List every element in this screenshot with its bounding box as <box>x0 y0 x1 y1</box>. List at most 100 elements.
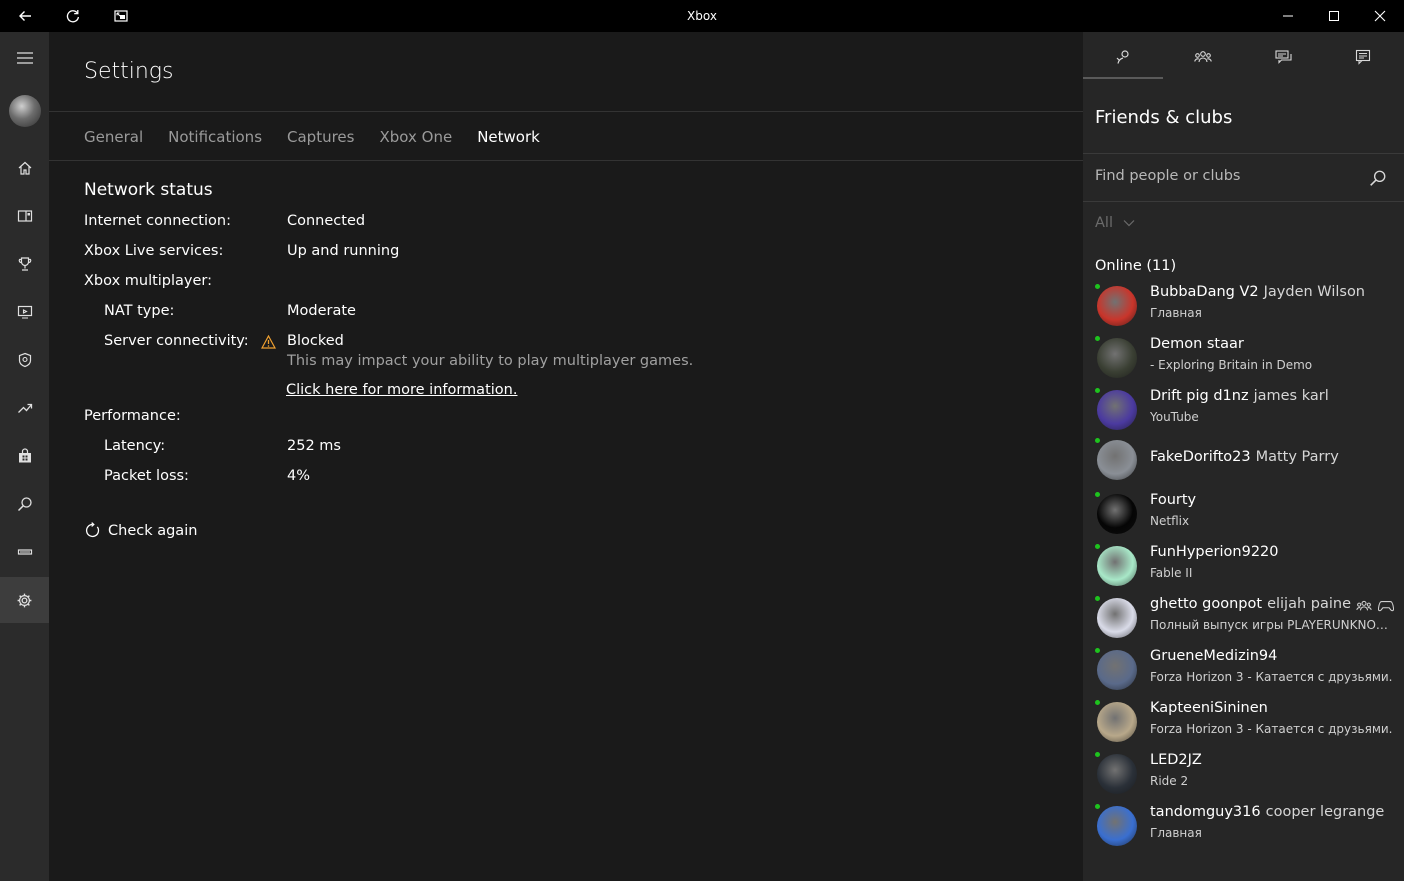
close-icon[interactable] <box>1357 0 1403 32</box>
messages-icon[interactable] <box>1243 32 1323 82</box>
friend-name: Demon staar <box>1150 336 1244 352</box>
trending-icon[interactable] <box>0 385 49 431</box>
performance-label: Performance: <box>84 408 181 424</box>
friend-activity: Fable II <box>1150 566 1193 580</box>
hamburger-icon[interactable] <box>0 35 49 81</box>
clubs-icon[interactable] <box>0 337 49 383</box>
online-status-dot <box>1095 700 1100 705</box>
profile-avatar-button[interactable] <box>0 88 49 134</box>
friend-row[interactable]: Drift pig d1nz james karl YouTube <box>1083 388 1404 441</box>
tab-network[interactable]: Network <box>477 128 540 146</box>
friend-row[interactable]: FunHyperion9220 Fable II <box>1083 544 1404 597</box>
game-dvr-icon[interactable] <box>0 289 49 335</box>
online-status-dot <box>1095 752 1100 757</box>
latency-value: 252 ms <box>287 438 341 454</box>
tabs-divider <box>49 160 1083 161</box>
xbox-multiplayer-label: Xbox multiplayer: <box>84 273 213 289</box>
online-count-header: Online (11) <box>1095 258 1177 274</box>
title-bar: Xbox <box>0 0 1404 32</box>
warning-icon <box>260 334 277 353</box>
home-icon[interactable] <box>0 145 49 191</box>
friend-name: GrueneMedizin94 <box>1150 648 1277 664</box>
search-divider <box>1083 201 1404 202</box>
achievements-icon[interactable] <box>0 241 49 287</box>
friend-activity: - Exploring Britain in Demo <box>1150 358 1313 372</box>
party-icon[interactable] <box>1163 32 1243 82</box>
online-status-dot <box>1095 648 1100 653</box>
online-status-dot <box>1095 438 1100 443</box>
friend-row[interactable]: ghetto goonpot elijah paine Полный выпуск … <box>1083 596 1404 649</box>
server-connectivity-label: Server connectivity: <box>104 333 249 349</box>
friend-row[interactable]: FakeDorifto23 Matty Parry <box>1083 438 1404 491</box>
maximize-icon[interactable] <box>1311 0 1357 32</box>
friend-gamertag: FakeDorifto23 <box>1150 449 1251 465</box>
friend-real-name: james karl <box>1253 388 1329 404</box>
controller-icon <box>1377 598 1395 617</box>
settings-tabs: General Notifications Captures Xbox One … <box>84 128 565 146</box>
minimize-icon[interactable] <box>1265 0 1311 32</box>
tab-captures[interactable]: Captures <box>287 128 354 146</box>
online-status-dot <box>1095 284 1100 289</box>
online-status-dot <box>1095 388 1100 393</box>
store-icon[interactable] <box>0 433 49 479</box>
friend-row[interactable]: tandomguy316 cooper legrange Главная <box>1083 804 1404 857</box>
packet-loss-label: Packet loss: <box>104 468 189 484</box>
friend-real-name: cooper legrange <box>1265 804 1385 820</box>
friend-gamertag: Demon staar <box>1150 336 1244 352</box>
xbox-live-services-label: Xbox Live services: <box>84 243 224 259</box>
settings-icon[interactable] <box>0 577 49 623</box>
latency-label: Latency: <box>104 438 166 454</box>
tab-xbox-one[interactable]: Xbox One <box>379 128 452 146</box>
search-icon[interactable] <box>0 481 49 527</box>
friend-avatar <box>1097 702 1137 742</box>
filter-label: All <box>1095 215 1113 231</box>
friend-gamertag: GrueneMedizin94 <box>1150 648 1278 664</box>
friend-activity: Ride 2 <box>1150 774 1189 788</box>
friend-activity: Главная <box>1150 826 1202 840</box>
check-again-button[interactable]: Check again <box>84 522 197 539</box>
network-status-heading: Network status <box>84 180 213 200</box>
friend-status-icons <box>1356 598 1395 617</box>
find-people-input[interactable] <box>1095 168 1355 184</box>
back-arrow-icon[interactable] <box>2 0 48 32</box>
friend-avatar <box>1097 494 1137 534</box>
search-icon[interactable] <box>1369 169 1387 191</box>
friend-row[interactable]: Fourty Netflix <box>1083 492 1404 545</box>
friend-row[interactable]: KapteeniSininen Forza Horizon 3 - Катаетс… <box>1083 700 1404 753</box>
connect-icon[interactable] <box>0 529 49 575</box>
friends-icon[interactable] <box>1083 32 1163 82</box>
navigation-rail <box>0 32 49 881</box>
friend-row[interactable]: BubbaDang V2 Jayden Wilson Главная <box>1083 284 1404 337</box>
activity-feed-icon[interactable] <box>1323 32 1403 82</box>
internet-connection-value: Connected <box>287 213 366 229</box>
friend-name: FakeDorifto23 Matty Parry <box>1150 449 1339 465</box>
friend-avatar <box>1097 338 1137 378</box>
friend-gamertag: Fourty <box>1150 492 1197 508</box>
refresh-icon[interactable] <box>50 0 96 32</box>
settings-page: Settings General Notifications Captures … <box>49 32 1083 881</box>
compact-overlay-icon[interactable] <box>98 0 144 32</box>
online-status-dot <box>1095 804 1100 809</box>
friend-row[interactable]: LED2JZ Ride 2 <box>1083 752 1404 805</box>
friend-row[interactable]: GrueneMedizin94 Forza Horizon 3 - Катаетс… <box>1083 648 1404 701</box>
friend-activity: Forza Horizon 3 - Катается с друзьями. <box>1150 670 1393 684</box>
tab-general[interactable]: General <box>84 128 143 146</box>
friend-name: KapteeniSininen <box>1150 700 1268 716</box>
tab-notifications[interactable]: Notifications <box>168 128 262 146</box>
friend-gamertag: BubbaDang V2 <box>1150 284 1259 300</box>
friend-real-name: Matty Parry <box>1255 449 1339 465</box>
my-games-icon[interactable] <box>0 193 49 239</box>
friends-filter-dropdown[interactable]: All <box>1095 215 1135 231</box>
friend-activity: Netflix <box>1150 514 1190 528</box>
friend-real-name: elijah paine <box>1267 596 1351 612</box>
friends-and-clubs-heading: Friends & clubs <box>1095 107 1233 128</box>
friend-avatar <box>1097 598 1137 638</box>
friend-gamertag: Drift pig d1nz <box>1150 388 1249 404</box>
friend-row[interactable]: Demon staar - Exploring Britain in Demo <box>1083 336 1404 389</box>
friend-name: Fourty <box>1150 492 1196 508</box>
friend-gamertag: FunHyperion9220 <box>1150 544 1279 560</box>
friend-activity: Forza Horizon 3 - Катается с друзьями. <box>1150 722 1393 736</box>
friend-avatar <box>1097 440 1137 480</box>
friend-avatar <box>1097 650 1137 690</box>
more-information-link[interactable]: Click here for more information. <box>286 382 517 398</box>
